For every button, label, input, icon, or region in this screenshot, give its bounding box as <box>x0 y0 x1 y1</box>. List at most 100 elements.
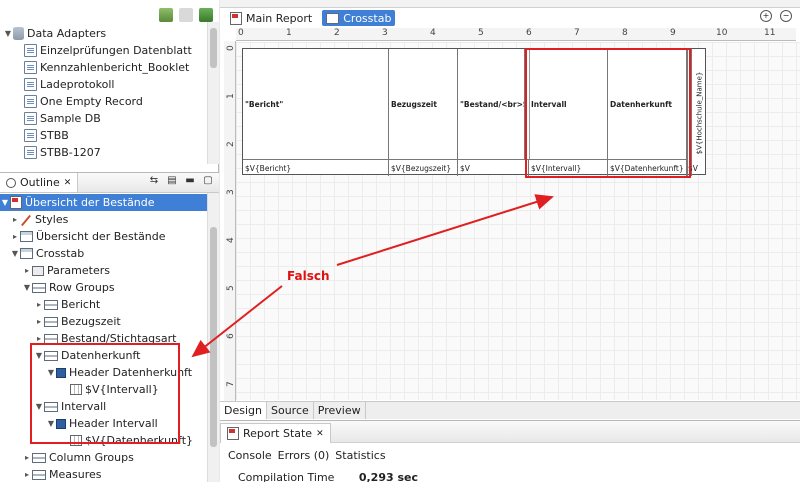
outline-item-column-groups[interactable]: ▸ Column Groups <box>22 449 134 466</box>
ruler-tick: 3 <box>226 189 236 195</box>
group-icon <box>32 469 46 480</box>
minimize-icon[interactable]: ▬ <box>185 176 195 186</box>
scrollbar-thumb[interactable] <box>210 28 217 68</box>
detail-cell-bestand[interactable]: $V <box>458 160 529 176</box>
data-adapter-item[interactable]: Ladeprotokoll <box>24 76 114 93</box>
outline-root-report[interactable]: ▼ Übersicht der Bestände <box>0 194 207 211</box>
link-icon[interactable] <box>179 8 193 22</box>
tab-design[interactable]: Design <box>220 402 267 419</box>
outline-item-rg-bezugszeit[interactable]: ▸ Bezugszeit <box>34 313 121 330</box>
ruler-tick: 3 <box>382 28 388 38</box>
expand-arrow-icon[interactable]: ▼ <box>0 194 10 211</box>
tab-preview[interactable]: Preview <box>314 402 366 419</box>
expand-arrow-icon[interactable]: ▸ <box>10 228 20 245</box>
cell-text: $V{Bezugszeit} <box>391 163 452 173</box>
zoom-in-icon[interactable]: + <box>760 10 772 22</box>
ruler-tick: 0 <box>238 28 244 38</box>
ruler-tick: 1 <box>226 93 236 99</box>
expand-arrow-icon[interactable]: ▸ <box>10 211 20 228</box>
outline-item-parameters[interactable]: ▸ Parameters <box>22 262 110 279</box>
ruler-tick: 0 <box>226 45 236 51</box>
editor-top-strip <box>220 0 800 8</box>
outline-item-styles[interactable]: ▸ Styles <box>10 211 68 228</box>
expand-arrow-icon[interactable]: ▸ <box>22 262 32 279</box>
header-cell-bericht[interactable]: "Bericht" <box>243 49 389 160</box>
outline-item-row-groups[interactable]: ▼ Row Groups <box>22 279 115 296</box>
ruler-tick: 4 <box>430 28 436 38</box>
close-icon[interactable]: ✕ <box>316 429 324 439</box>
expand-arrow-icon[interactable]: ▸ <box>34 313 44 330</box>
zoom-toolbar: + − <box>760 10 792 22</box>
ruler-tick: 5 <box>226 285 236 291</box>
ruler-tick: 11 <box>764 28 776 38</box>
database-icon <box>13 27 24 40</box>
outline-tab[interactable]: Outline ✕ <box>0 173 79 192</box>
data-adapter-icon <box>24 146 37 159</box>
ruler-tick: 9 <box>670 28 676 38</box>
header-cell-bestand[interactable]: "Bestand/<br>Stichtagsart" <box>458 49 525 160</box>
ruler-tick: 8 <box>622 28 628 38</box>
crosstab-icon <box>20 248 33 259</box>
data-adapters-scrollbar[interactable] <box>207 22 219 164</box>
data-adapter-icon <box>24 61 37 74</box>
tab-source[interactable]: Source <box>267 402 314 419</box>
vertical-ruler: 0 1 2 3 4 5 6 7 <box>224 41 236 401</box>
expand-arrow-icon[interactable]: ▼ <box>22 279 32 296</box>
collapse-all-icon[interactable]: ⇆ <box>149 176 159 186</box>
outline-item-label: Styles <box>35 213 69 226</box>
ruler-tick: 7 <box>574 28 580 38</box>
outline-item-label: Übersicht der Bestände <box>36 230 166 243</box>
crosstab-icon <box>326 12 340 24</box>
data-adapter-item[interactable]: STBB <box>24 127 69 144</box>
data-adapter-item[interactable]: Einzelprüfungen Datenblatt <box>24 42 192 59</box>
close-icon[interactable]: ✕ <box>64 178 72 188</box>
scrollbar-thumb[interactable] <box>210 227 217 447</box>
outline-item-crosstab[interactable]: ▼ Crosstab <box>10 245 84 262</box>
maximize-icon[interactable]: ▢ <box>203 176 213 186</box>
data-adapter-item[interactable]: Kennzahlenbericht_Booklet <box>24 59 189 76</box>
horizontal-ruler: 0 1 2 3 4 5 6 7 8 9 10 11 <box>236 28 796 41</box>
expand-arrow-icon[interactable]: ▼ <box>3 25 13 42</box>
statistics-link[interactable]: Statistics <box>335 449 385 462</box>
outline-item-measures[interactable]: ▸ Measures <box>22 466 102 482</box>
detail-cell-bezugszeit[interactable]: $V{Bezugszeit} <box>389 160 458 176</box>
outline-scrollbar[interactable] <box>207 193 219 482</box>
data-adapter-item[interactable]: One Empty Record <box>24 93 143 110</box>
expand-arrow-icon[interactable]: ▼ <box>10 245 20 262</box>
editor-tabs: Main Report Crosstab <box>220 8 800 28</box>
outline-item-dataset[interactable]: ▸ Übersicht der Bestände <box>10 228 166 245</box>
header-cell-bezugszeit[interactable]: Bezugszeit <box>389 49 458 160</box>
data-adapter-label: STBB-1207 <box>40 146 101 159</box>
import-icon[interactable] <box>159 8 173 22</box>
compilation-time-label: Compilation Time <box>238 471 335 482</box>
data-adapter-icon <box>24 112 37 125</box>
compilation-time-row: Compilation Time 0,293 sec <box>238 471 418 482</box>
report-state-panel: Report State ✕ Console Errors (0) Statis… <box>220 420 800 482</box>
link-editor-icon[interactable]: ▤ <box>167 176 177 186</box>
expand-arrow-icon[interactable]: ▸ <box>34 296 44 313</box>
design-canvas[interactable]: "Bericht" Bezugszeit "Bestand/<br>Sticht… <box>236 42 800 400</box>
export-icon[interactable] <box>199 8 213 22</box>
outline-item-label: Measures <box>49 468 102 481</box>
tab-main-report[interactable]: Main Report <box>226 10 316 26</box>
console-link[interactable]: Console <box>228 449 272 462</box>
outline-item-label: Parameters <box>47 264 110 277</box>
data-adapter-icon <box>24 78 37 91</box>
tab-crosstab[interactable]: Crosstab <box>322 10 396 26</box>
data-adapter-item[interactable]: STBB-1207 <box>24 144 101 161</box>
column-header-hochschule[interactable]: $V{Hochschule_Name} <box>691 49 707 176</box>
outline-root-label: Übersicht der Bestände <box>25 196 155 209</box>
annotation-box-outline <box>30 343 180 444</box>
ruler-tick: 2 <box>226 141 236 147</box>
data-adapters-root[interactable]: ▼ Data Adapters <box>3 25 106 42</box>
report-state-tab[interactable]: Report State ✕ <box>220 423 331 443</box>
data-adapter-item[interactable]: Sample DB <box>24 110 101 127</box>
expand-arrow-icon[interactable]: ▸ <box>22 449 32 466</box>
outline-item-rg-bericht[interactable]: ▸ Bericht <box>34 296 100 313</box>
expand-arrow-icon[interactable]: ▸ <box>22 466 32 482</box>
data-adapter-label: Kennzahlenbericht_Booklet <box>40 61 190 74</box>
detail-cell-bericht[interactable]: $V{Bericht} <box>243 160 389 176</box>
errors-link[interactable]: Errors (0) <box>278 449 330 462</box>
ruler-tick: 7 <box>226 381 236 387</box>
zoom-out-icon[interactable]: − <box>780 10 792 22</box>
